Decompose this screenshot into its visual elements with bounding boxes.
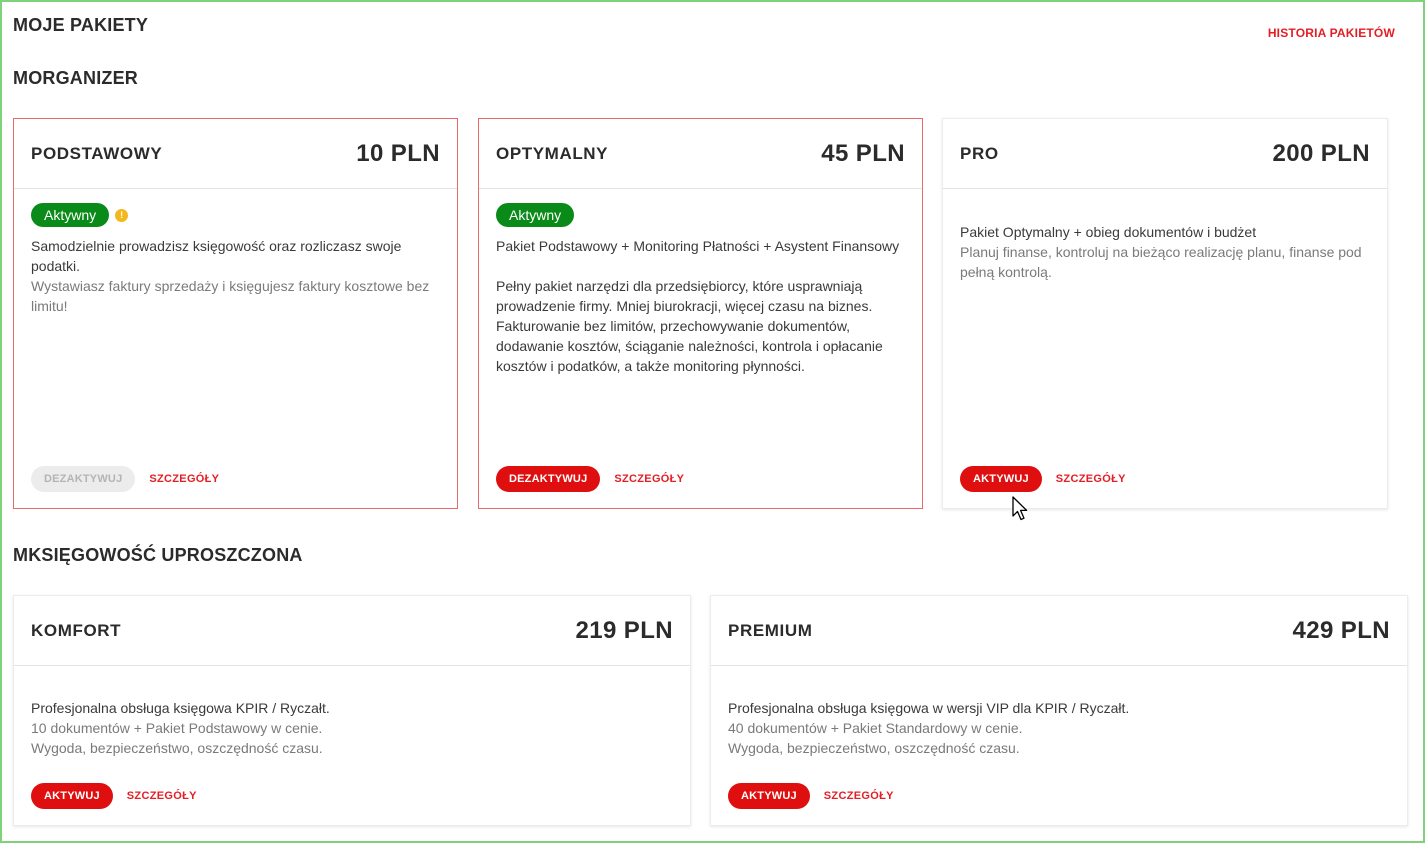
section-title-mksiegowosc: MKSIĘGOWOŚĆ UPROSZCZONA (13, 545, 303, 565)
activate-button[interactable]: AKTYWUJ (960, 466, 1042, 492)
package-subdescription: Wygoda, bezpieczeństwo, oszczędność czas… (31, 740, 323, 756)
package-price: 219 PLN (575, 616, 673, 644)
package-description-features: Fakturowanie bez limitów, przechowywanie… (496, 318, 883, 374)
package-card-premium: PREMIUM 429 PLN Profesjonalna obsługa ks… (710, 595, 1408, 826)
package-description-detail: Pełny pakiet narzędzi dla przedsiębiorcy… (496, 278, 873, 314)
card-header: PREMIUM 429 PLN (711, 596, 1407, 666)
deactivate-button[interactable]: DEZAKTYWUJ (31, 466, 136, 492)
package-price: 10 PLN (356, 139, 440, 167)
card-footer: AKTYWUJ SZCZEGÓŁY (960, 466, 1126, 492)
section-title-morganizer: MORGANIZER (13, 68, 138, 88)
details-link[interactable]: SZCZEGÓŁY (824, 790, 894, 802)
package-price: 45 PLN (821, 139, 905, 167)
package-subdescription: 10 dokumentów + Pakiet Podstawowy w ceni… (31, 720, 323, 736)
package-name: PRO (960, 143, 999, 163)
card-body: Profesjonalna obsługa księgowa KPIR / Ry… (14, 666, 690, 758)
package-name: PREMIUM (728, 620, 813, 640)
package-subdescription: Planuj finanse, kontroluj na bieżąco rea… (960, 244, 1362, 280)
card-header: KOMFORT 219 PLN (14, 596, 690, 666)
activate-button[interactable]: AKTYWUJ (728, 783, 810, 809)
package-description: Samodzielnie prowadzisz księgowość oraz … (31, 238, 402, 274)
activate-button[interactable]: AKTYWUJ (31, 783, 113, 809)
package-description: Profesjonalna obsługa księgowa w wersji … (728, 700, 1130, 716)
details-link[interactable]: SZCZEGÓŁY (614, 473, 684, 485)
details-link[interactable]: SZCZEGÓŁY (149, 473, 219, 485)
card-body: Aktywny ! Samodzielnie prowadzisz księgo… (14, 189, 457, 316)
history-link[interactable]: HISTORIA PAKIETÓW (1268, 26, 1395, 40)
details-link[interactable]: SZCZEGÓŁY (127, 790, 197, 802)
package-card-podstawowy: PODSTAWOWY 10 PLN Aktywny ! Samodzielnie… (13, 118, 458, 509)
card-body: Aktywny Pakiet Podstawowy + Monitoring P… (479, 189, 922, 376)
package-description: Profesjonalna obsługa księgowa KPIR / Ry… (31, 700, 330, 716)
card-body: Pakiet Optymalny + obieg dokumentów i bu… (943, 189, 1387, 282)
card-header: PRO 200 PLN (943, 119, 1387, 189)
card-footer: DEZAKTYWUJ SZCZEGÓŁY (496, 466, 684, 492)
package-price: 200 PLN (1272, 139, 1370, 167)
badge-row: Aktywny ! (31, 203, 440, 227)
package-description: Pakiet Podstawowy + Monitoring Płatności… (496, 238, 900, 254)
details-link[interactable]: SZCZEGÓŁY (1056, 473, 1126, 485)
page-title: MOJE PAKIETY (13, 15, 149, 35)
package-card-komfort: KOMFORT 219 PLN Profesjonalna obsługa ks… (13, 595, 691, 826)
package-description: Pakiet Optymalny + obieg dokumentów i bu… (960, 224, 1257, 240)
package-name: KOMFORT (31, 620, 122, 640)
card-footer: DEZAKTYWUJ SZCZEGÓŁY (31, 466, 219, 492)
mouse-cursor-icon (1012, 496, 1028, 521)
card-body: Profesjonalna obsługa księgowa w wersji … (711, 666, 1407, 758)
card-footer: AKTYWUJ SZCZEGÓŁY (31, 783, 197, 809)
package-price: 429 PLN (1292, 616, 1390, 644)
status-badge: Aktywny (31, 203, 110, 227)
status-badge: Aktywny (496, 203, 575, 227)
package-card-pro: PRO 200 PLN Pakiet Optymalny + obieg dok… (942, 118, 1388, 509)
package-subdescription: Wygoda, bezpieczeństwo, oszczędność czas… (728, 740, 1020, 756)
card-footer: AKTYWUJ SZCZEGÓŁY (728, 783, 894, 809)
package-subdescription: 40 dokumentów + Pakiet Standardowy w cen… (728, 720, 1023, 736)
badge-row: Aktywny (496, 203, 905, 227)
package-name: OPTYMALNY (496, 143, 609, 163)
package-name: PODSTAWOWY (31, 143, 163, 163)
package-subdescription: Wystawiasz faktury sprzedaży i księgujes… (31, 278, 430, 314)
card-header: OPTYMALNY 45 PLN (479, 119, 922, 189)
package-card-optymalny: OPTYMALNY 45 PLN Aktywny Pakiet Podstawo… (478, 118, 923, 509)
warning-icon[interactable]: ! (115, 208, 129, 222)
card-header: PODSTAWOWY 10 PLN (14, 119, 457, 189)
deactivate-button[interactable]: DEZAKTYWUJ (496, 466, 601, 492)
